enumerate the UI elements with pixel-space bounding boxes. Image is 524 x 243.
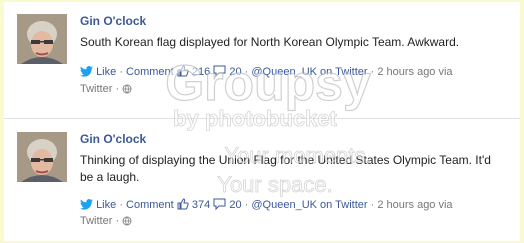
comment-link[interactable]: Comment	[126, 199, 174, 211]
globe-icon	[122, 215, 132, 231]
like-count[interactable]: 216	[192, 66, 210, 78]
source-link[interactable]: Twitter	[80, 83, 112, 95]
separator: ·	[244, 199, 249, 211]
separator: ·	[244, 66, 249, 78]
post-2: Gin O'clock Thinking of displaying the U…	[4, 120, 520, 240]
author-name[interactable]: Gin O'clock	[80, 14, 146, 28]
twitter-handle-link[interactable]: @Queen_UK on Twitter	[251, 199, 367, 211]
twitter-bird-icon	[80, 66, 93, 82]
source-link[interactable]: Twitter	[80, 215, 112, 227]
globe-icon	[122, 83, 132, 99]
post-meta: Like · Comment 216 20 · @Queen_UK on Twi…	[80, 64, 480, 82]
separator: ·	[370, 199, 375, 211]
post-text: Thinking of displaying the Union Flag fo…	[80, 153, 491, 184]
like-link[interactable]: Like	[96, 199, 116, 211]
thumbs-up-icon	[177, 65, 189, 82]
comment-count[interactable]: 20	[229, 199, 241, 211]
separator: ·	[119, 199, 123, 211]
timestamp[interactable]: 2 hours ago via	[377, 66, 452, 78]
separator: ·	[115, 83, 120, 95]
twitter-handle-link[interactable]: @Queen_UK on Twitter	[251, 66, 367, 78]
comment-link[interactable]: Comment	[126, 66, 174, 78]
like-count[interactable]: 374	[192, 199, 210, 211]
separator: ·	[115, 215, 120, 227]
post-meta-line2: Twitter ·	[80, 213, 480, 231]
post-meta-line2: Twitter ·	[80, 81, 480, 99]
comment-bubble-icon	[213, 65, 226, 82]
like-link[interactable]: Like	[96, 66, 116, 78]
post-1: Gin O'clock South Korean flag displayed …	[4, 2, 520, 119]
separator: ·	[370, 66, 375, 78]
avatar[interactable]	[17, 14, 67, 64]
post-text: South Korean flag displayed for North Ko…	[80, 35, 460, 49]
comment-count[interactable]: 20	[229, 66, 241, 78]
author-name[interactable]: Gin O'clock	[80, 132, 146, 146]
avatar[interactable]	[17, 132, 67, 182]
separator: ·	[119, 66, 123, 78]
timestamp[interactable]: 2 hours ago via	[377, 199, 452, 211]
feed: Gin O'clock South Korean flag displayed …	[4, 2, 520, 241]
